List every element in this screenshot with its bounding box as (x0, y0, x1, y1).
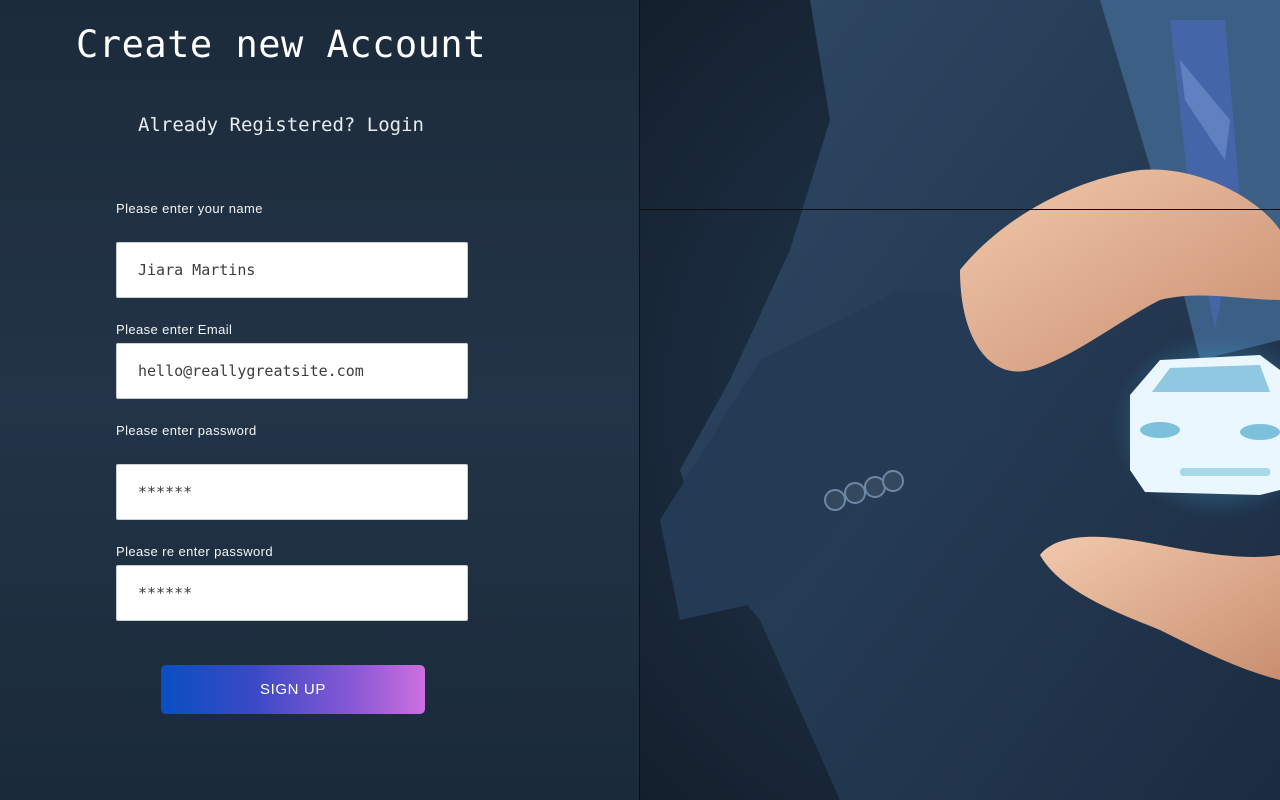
hero-photo (640, 0, 1280, 800)
repassword-field[interactable] (116, 565, 468, 621)
repassword-label: Please re enter password (116, 544, 274, 559)
page-title: Create new Account (76, 23, 486, 66)
vertical-divider (639, 0, 640, 800)
horizontal-divider (640, 209, 1280, 210)
email-field[interactable] (116, 343, 468, 399)
email-label: Please enter Email (116, 322, 233, 337)
login-prompt-text: Already Registered? (138, 114, 356, 136)
signup-button[interactable]: SIGN UP (161, 665, 425, 714)
login-link[interactable]: Login (367, 114, 424, 136)
login-prompt: Already Registered? Login (0, 114, 562, 136)
car-insurance-hands-icon (660, 0, 1280, 800)
name-label: Please enter your name (116, 201, 263, 216)
password-field[interactable] (116, 464, 468, 520)
name-field[interactable] (116, 242, 468, 298)
password-label: Please enter password (116, 423, 257, 438)
signup-form-panel: Create new Account Already Registered? L… (0, 0, 639, 800)
signup-page: Create new Account Already Registered? L… (0, 0, 1280, 800)
